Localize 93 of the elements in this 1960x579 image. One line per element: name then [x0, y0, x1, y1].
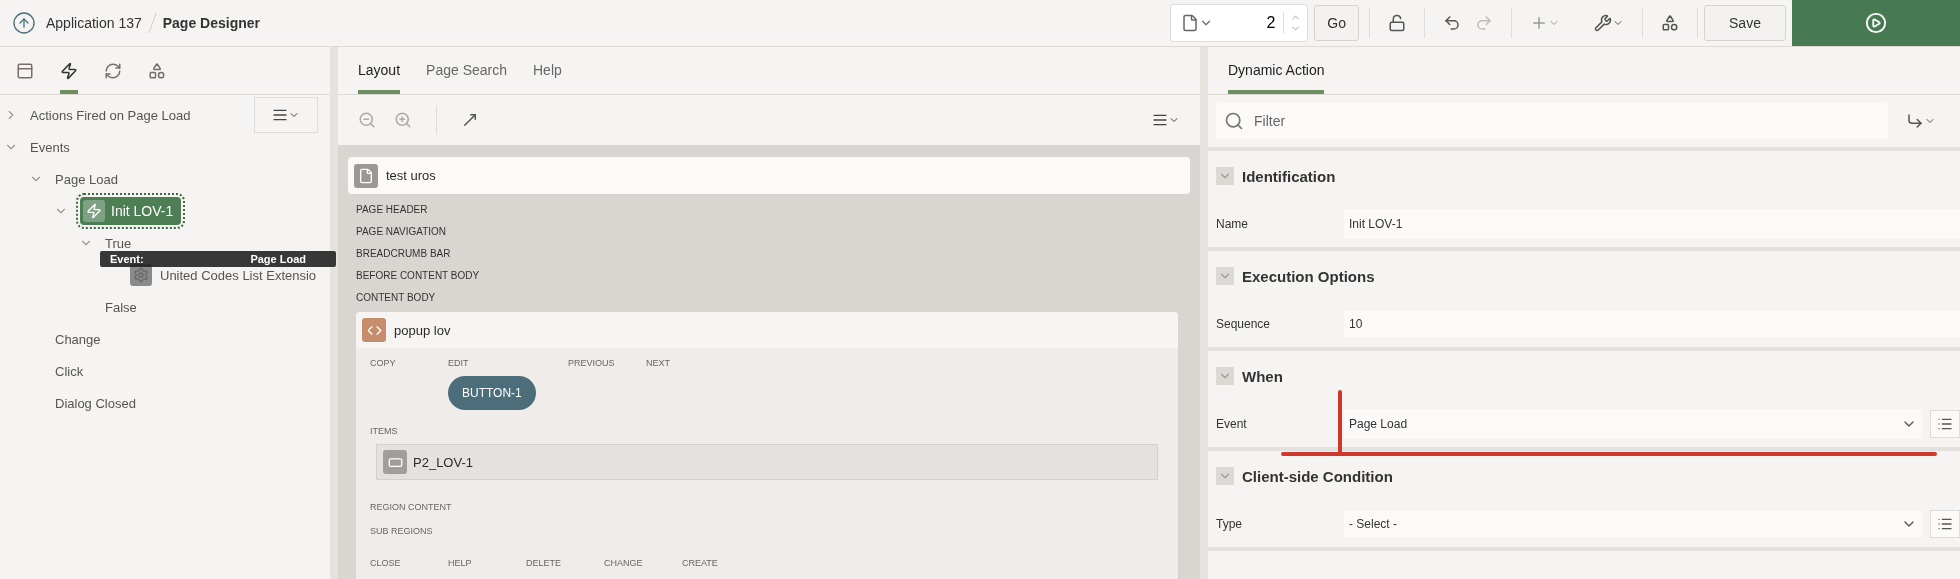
text-field[interactable]: Init LOV-1 [1344, 210, 1960, 238]
panel-tab[interactable]: Layout [358, 62, 401, 94]
section-title: Client-side Condition [1242, 467, 1393, 485]
save-button[interactable]: Save [1704, 5, 1786, 41]
item-icon [383, 450, 407, 474]
position-label: BREADCRUMB BAR [355, 246, 452, 261]
field-label: Event [1216, 417, 1248, 431]
zoom-in-icon [394, 111, 412, 129]
page-number-field[interactable]: 2 [1213, 13, 1284, 33]
section-title: When [1242, 367, 1283, 385]
position-label: NEXT [646, 358, 671, 368]
plus-icon [1530, 14, 1548, 32]
position-label: HELP [448, 558, 473, 568]
breadcrumb-current: Page Designer [162, 15, 260, 31]
tooltip-value: Page Load [250, 253, 306, 265]
page-selector[interactable]: 2 [1170, 4, 1309, 42]
arrow-icon [1906, 112, 1924, 130]
panel-tab[interactable]: Page Search [426, 62, 507, 94]
position-label: EDIT [448, 358, 470, 368]
search-icon [1224, 111, 1244, 131]
tree-node[interactable]: False [105, 299, 137, 315]
position-label: CLOSE [370, 558, 402, 568]
run-button[interactable] [1792, 0, 1960, 46]
position-label: DELETE [526, 558, 562, 568]
collapse-toggle[interactable] [1216, 267, 1234, 285]
menu-icon [1152, 112, 1168, 128]
position-label: REGION CONTENT [370, 502, 453, 512]
page-title: test uros [386, 168, 436, 183]
page-icon [1181, 14, 1200, 32]
position-label: ITEMS [370, 426, 399, 436]
refresh-icon [104, 62, 122, 80]
section-title: Identification [1242, 167, 1336, 185]
code-icon [362, 318, 386, 342]
shapes-icon [148, 62, 166, 80]
section-title: Execution Options [1242, 267, 1375, 285]
tree-node[interactable]: United Codes List Extensio [160, 267, 317, 283]
zoom-out-icon [358, 111, 376, 129]
tree-node[interactable]: Page Load [55, 171, 118, 187]
tree-node[interactable]: Click [55, 363, 84, 379]
page-icon [354, 163, 378, 188]
position-label: CREATE [682, 558, 719, 568]
tree-node[interactable]: Events [30, 139, 70, 155]
breadcrumb-link[interactable]: Application 137 [46, 15, 142, 31]
position-label: PREVIOUS [568, 358, 616, 368]
panel-tab[interactable]: Help [533, 62, 562, 94]
lightning-icon [60, 62, 78, 80]
lock-icon [1388, 14, 1406, 32]
position-label: BEFORE CONTENT BODY [355, 268, 481, 283]
shapes-icon [1661, 14, 1679, 32]
position-label: CONTENT BODY [355, 290, 437, 305]
play-icon [1865, 12, 1887, 34]
panel-tab[interactable]: Dynamic Action [1228, 62, 1325, 94]
position-label: COPY [370, 358, 397, 368]
back-icon[interactable] [12, 11, 36, 35]
text-field[interactable]: 10 [1344, 310, 1960, 338]
page-item[interactable]: P2_LOV-1 [376, 444, 1158, 480]
list-button[interactable] [1930, 410, 1960, 438]
list-icon [1937, 416, 1953, 432]
position-label: CHANGE [604, 558, 644, 568]
page-card[interactable]: test uros [348, 157, 1190, 194]
panel-splitter[interactable] [330, 47, 338, 579]
item-name: P2_LOV-1 [413, 454, 473, 470]
tree-node[interactable]: True [105, 235, 132, 251]
collapse-toggle[interactable] [1216, 367, 1234, 385]
region-button[interactable]: BUTTON-1 [448, 376, 536, 410]
field-label: Type [1216, 517, 1243, 531]
position-label: PAGE HEADER [355, 202, 429, 217]
menu-icon [272, 107, 288, 123]
redo-icon [1475, 14, 1493, 32]
tooltip-label: Event: [110, 253, 144, 265]
field-label: Name [1216, 217, 1249, 231]
undo-icon [1443, 14, 1461, 32]
tree-node[interactable]: Dialog Closed [55, 395, 136, 411]
collapse-toggle[interactable] [1216, 467, 1234, 485]
select-field[interactable]: Page Load [1344, 410, 1922, 438]
panel-tab[interactable] [60, 62, 78, 94]
arrow-icon [461, 111, 479, 129]
collapse-toggle[interactable] [1216, 167, 1234, 185]
select-field[interactable]: - Select - [1344, 510, 1922, 538]
position-label: SUB REGIONS [370, 526, 434, 536]
go-button[interactable]: Go [1314, 5, 1359, 41]
layout-icon [16, 62, 34, 80]
list-icon [1937, 516, 1953, 532]
list-button[interactable] [1930, 510, 1960, 538]
region-title: popup lov [394, 322, 451, 338]
tree-node[interactable]: Actions Fired on Page Load [30, 107, 191, 123]
field-label: Sequence [1216, 317, 1272, 331]
position-label: PAGE NAVIGATION [355, 224, 447, 239]
tree-node[interactable]: Change [55, 331, 101, 347]
region-card[interactable]: popup lov COPY EDIT PREVIOUS NEXT BUTTON-1 ITEMS P2_LOV-1 REGION CONTENT SUB REGIONS CLOSE HELP DELETE CHANGE CREATE [356, 312, 1178, 579]
menu-button[interactable] [254, 97, 318, 133]
lightning-icon [83, 200, 105, 222]
wrench-icon [1594, 14, 1612, 32]
